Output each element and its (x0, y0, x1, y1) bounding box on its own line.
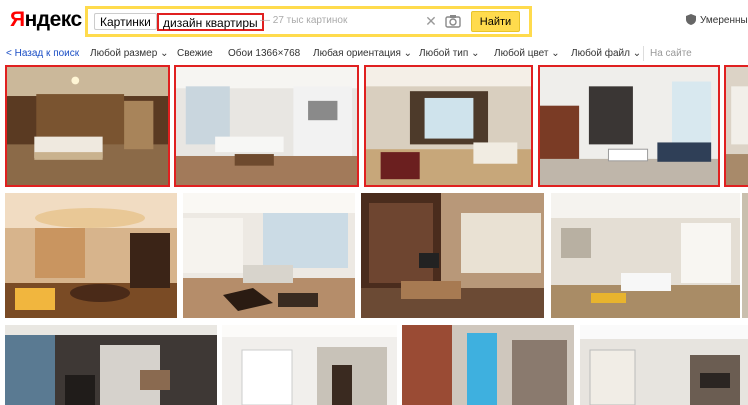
color-filter[interactable]: Любой цвет ⌄ (494, 48, 560, 59)
find-button[interactable]: Найти (471, 11, 520, 32)
service-chip[interactable]: Картинки (94, 13, 157, 30)
file-filter[interactable]: Любой файл ⌄ (571, 48, 641, 59)
camera-search-icon[interactable] (443, 12, 463, 30)
image-thumbnail[interactable] (402, 325, 574, 405)
wallpapers-filter[interactable]: Обои 1366×768 (228, 48, 300, 59)
safe-search-label: Умеренный (700, 15, 748, 26)
filter-bar: < Назад к поиск Любой размер ⌄ Свежие Об… (0, 44, 748, 64)
clear-icon[interactable]: ✕ (422, 12, 440, 30)
type-filter[interactable]: Любой тип ⌄ (419, 48, 479, 59)
image-thumbnail[interactable] (724, 65, 748, 187)
image-thumbnail[interactable] (361, 193, 544, 318)
results-count: — 27 тыс картинок (260, 15, 348, 26)
image-thumbnail[interactable] (742, 193, 748, 318)
image-thumbnail[interactable] (5, 65, 170, 187)
size-filter[interactable]: Любой размер ⌄ (90, 48, 168, 59)
site-filter-input[interactable]: На сайте (643, 46, 748, 61)
search-input-box[interactable]: Картинки дизайн квартиры — 27 тыс картин… (88, 9, 529, 34)
search-query[interactable]: дизайн квартиры (157, 13, 264, 31)
image-thumbnail[interactable] (183, 193, 355, 318)
image-thumbnail[interactable] (222, 325, 397, 405)
image-thumbnail[interactable] (551, 193, 740, 318)
image-thumbnail[interactable] (364, 65, 533, 187)
image-thumbnail[interactable] (5, 193, 177, 318)
image-thumbnail[interactable] (580, 325, 748, 405)
back-to-search-link[interactable]: < Назад к поиск (6, 48, 79, 59)
orientation-filter[interactable]: Любая ориентация ⌄ (313, 48, 412, 59)
yandex-logo[interactable]: Яндекс (10, 8, 82, 32)
image-thumbnail[interactable] (538, 65, 720, 187)
header: Яндекс Картинки дизайн квартиры — 27 тыс… (0, 0, 748, 44)
fresh-filter[interactable]: Свежие (177, 48, 213, 59)
shield-icon (686, 14, 696, 25)
image-thumbnail[interactable] (5, 325, 217, 405)
image-thumbnail[interactable] (174, 65, 359, 187)
search-bar: Картинки дизайн квартиры — 27 тыс картин… (85, 6, 532, 37)
logo-rest: ндекс (24, 8, 83, 31)
safe-search-toggle[interactable]: Умеренный (686, 14, 748, 26)
logo-first-letter: Я (10, 8, 25, 31)
